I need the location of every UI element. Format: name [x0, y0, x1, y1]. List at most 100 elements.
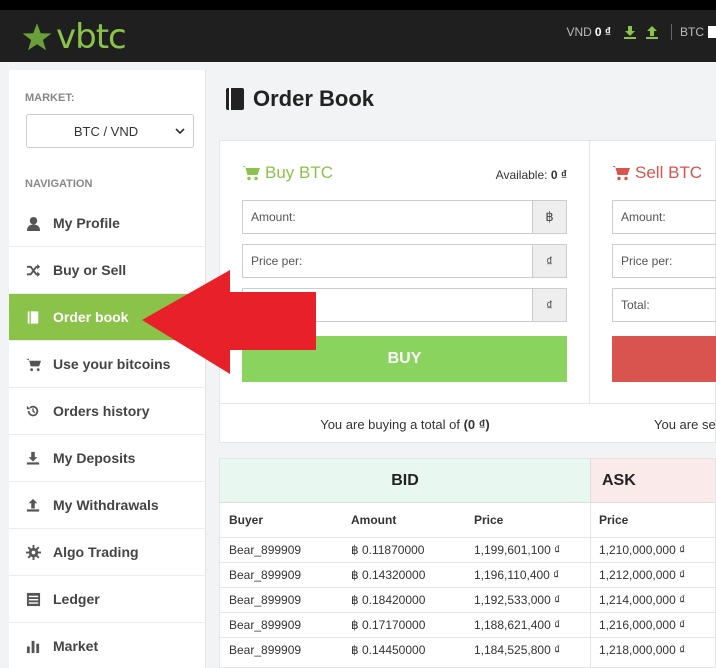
sidebar-item-market[interactable]: Market: [9, 623, 206, 668]
vnd-balance-label: VND: [566, 25, 592, 39]
upload-icon: [25, 497, 41, 513]
ledger-icon: [25, 591, 41, 607]
page-title: Order Book: [253, 86, 375, 111]
row-ask-price: 1,212,000,000 ₫: [599, 568, 686, 582]
sidebar-item-ledger[interactable]: Ledger: [9, 576, 206, 623]
sidebar-item-my-profile[interactable]: My Profile: [9, 200, 206, 247]
buy-title-text: Buy BTC: [265, 163, 334, 182]
book-icon: [25, 309, 41, 325]
sidebar-item-my-withdrawals[interactable]: My Withdrawals: [9, 482, 206, 529]
sidebar-item-label: My Withdrawals: [53, 497, 159, 513]
gear-icon: [25, 544, 41, 560]
table-row[interactable]: Bear_899909 ฿ 0.18420000 1,192,533,000 ₫…: [220, 587, 715, 612]
balances: VND 0 ₫ BTC: [566, 24, 716, 40]
sidebar-item-label: Market: [53, 638, 99, 654]
sell-amount-label: Amount:: [621, 210, 666, 224]
market-label: MARKET:: [25, 92, 75, 104]
row-buyer: Bear_899909: [229, 618, 302, 632]
withdraw-icon[interactable]: [645, 25, 659, 39]
btc-unit-addon: ฿: [532, 201, 566, 233]
market-select[interactable]: BTC / VND: [26, 114, 194, 148]
available-balance: Available: 0 ₫: [496, 168, 567, 182]
cart-icon: [612, 166, 630, 181]
row-amount: ฿ 0.18420000: [351, 593, 426, 607]
column-header-amount: Amount: [351, 513, 397, 527]
row-amount: ฿ 0.14450000: [351, 643, 426, 657]
brand-name: vbtc: [56, 17, 127, 57]
page-header: Order Book: [207, 70, 716, 128]
bar-chart-icon: [25, 638, 41, 654]
sell-summary-text: You are se: [654, 416, 716, 432]
row-ask-price: 1,218,000,000 ₫: [599, 643, 686, 657]
annotation-arrow-icon: [142, 270, 316, 374]
sidebar-item-algo-trading[interactable]: Algo Trading: [9, 529, 206, 576]
star-icon: [22, 23, 52, 51]
sell-price-label: Price per:: [621, 254, 673, 268]
sidebar-item-label: Buy or Sell: [53, 262, 127, 278]
column-header-price: Price: [474, 513, 504, 527]
shuffle-icon: [25, 262, 41, 278]
vnd-unit-addon: ₫: [532, 289, 566, 321]
sell-total-input[interactable]: Total:: [612, 288, 716, 322]
market-select-value: BTC / VND: [73, 123, 139, 139]
sidebar-item-orders-history[interactable]: Orders history: [9, 388, 206, 435]
vnd-unit-addon: ₫: [532, 245, 566, 277]
vnd-balance-value: 0 ₫: [594, 25, 611, 39]
row-price: 1,184,525,800 ₫: [474, 643, 561, 657]
row-price: 1,196,110,400 ₫: [474, 568, 560, 582]
buy-amount-input[interactable]: Amount: ฿: [242, 200, 567, 234]
available-label: Available:: [495, 168, 548, 182]
vbtc-logo[interactable]: vbtc: [22, 17, 127, 57]
column-header-ask-price: Price: [599, 513, 629, 527]
sidebar-item-label: My Deposits: [53, 450, 136, 466]
available-value: 0 ₫: [550, 168, 567, 182]
sidebar-item-my-deposits[interactable]: My Deposits: [9, 435, 206, 482]
column-header-buyer: Buyer: [229, 513, 264, 527]
btc-balance-value: [708, 26, 716, 38]
table-row[interactable]: Bear_899909 ฿ 0.17170000 1,188,621,400 ₫…: [220, 612, 715, 637]
row-amount: ฿ 0.14320000: [351, 568, 426, 582]
deposit-icon[interactable]: [623, 25, 637, 39]
bid-header: BID: [220, 459, 590, 503]
ask-header: ASK: [590, 459, 715, 503]
sidebar-item-label: Algo Trading: [53, 544, 139, 560]
book-icon: [226, 88, 244, 110]
sell-button[interactable]: [612, 336, 716, 382]
user-icon: [25, 215, 41, 231]
buy-summary-value: (0 ₫): [463, 416, 490, 432]
table-row[interactable]: Bear_899909 ฿ 0.14320000 1,196,110,400 ₫…: [220, 562, 715, 587]
row-price: 1,192,533,000 ₫: [474, 593, 561, 607]
navigation-label: NAVIGATION: [25, 178, 93, 190]
sidebar-item-label: Ledger: [53, 591, 100, 607]
sidebar-item-label: Order book: [53, 309, 129, 325]
row-price: 1,199,601,100 ₫: [474, 543, 561, 557]
sidebar-item-label: My Profile: [53, 215, 120, 231]
row-ask-price: 1,210,000,000 ₫: [599, 543, 686, 557]
row-ask-price: 1,214,000,000 ₫: [599, 593, 686, 607]
sell-total-label: Total:: [621, 298, 650, 312]
sell-summary: You are se: [590, 403, 716, 444]
divider: [671, 24, 672, 40]
btc-balance-label: BTC: [680, 25, 704, 39]
sidebar-item-label: Orders history: [53, 403, 150, 419]
row-price: 1,188,621,400 ₫: [474, 618, 561, 632]
row-buyer: Bear_899909: [229, 568, 302, 582]
row-buyer: Bear_899909: [229, 543, 302, 557]
buy-summary-text: You are buying a total of: [320, 416, 460, 432]
sell-amount-input[interactable]: Amount:: [612, 200, 716, 234]
cart-icon: [242, 166, 260, 181]
order-book-table: BID ASK Buyer Amount Price Price Bear_89…: [219, 458, 716, 668]
buy-amount-label: Amount:: [251, 210, 296, 224]
table-row[interactable]: Bear_899909 ฿ 0.11870000 1,199,601,100 ₫…: [220, 537, 715, 562]
sell-price-input[interactable]: Price per:: [612, 244, 716, 278]
row-buyer: Bear_899909: [229, 643, 302, 657]
row-ask-price: 1,216,000,000 ₫: [599, 618, 686, 632]
history-icon: [25, 403, 41, 419]
sell-title-text: Sell BTC: [635, 163, 703, 182]
top-bar: vbtc VND 0 ₫ BTC: [0, 0, 716, 62]
cart-icon: [25, 356, 41, 372]
table-row[interactable]: Bear_899909 ฿ 0.14450000 1,184,525,800 ₫…: [220, 637, 715, 662]
row-amount: ฿ 0.11870000: [351, 543, 425, 557]
row-buyer: Bear_899909: [229, 593, 302, 607]
row-amount: ฿ 0.17170000: [351, 618, 426, 632]
